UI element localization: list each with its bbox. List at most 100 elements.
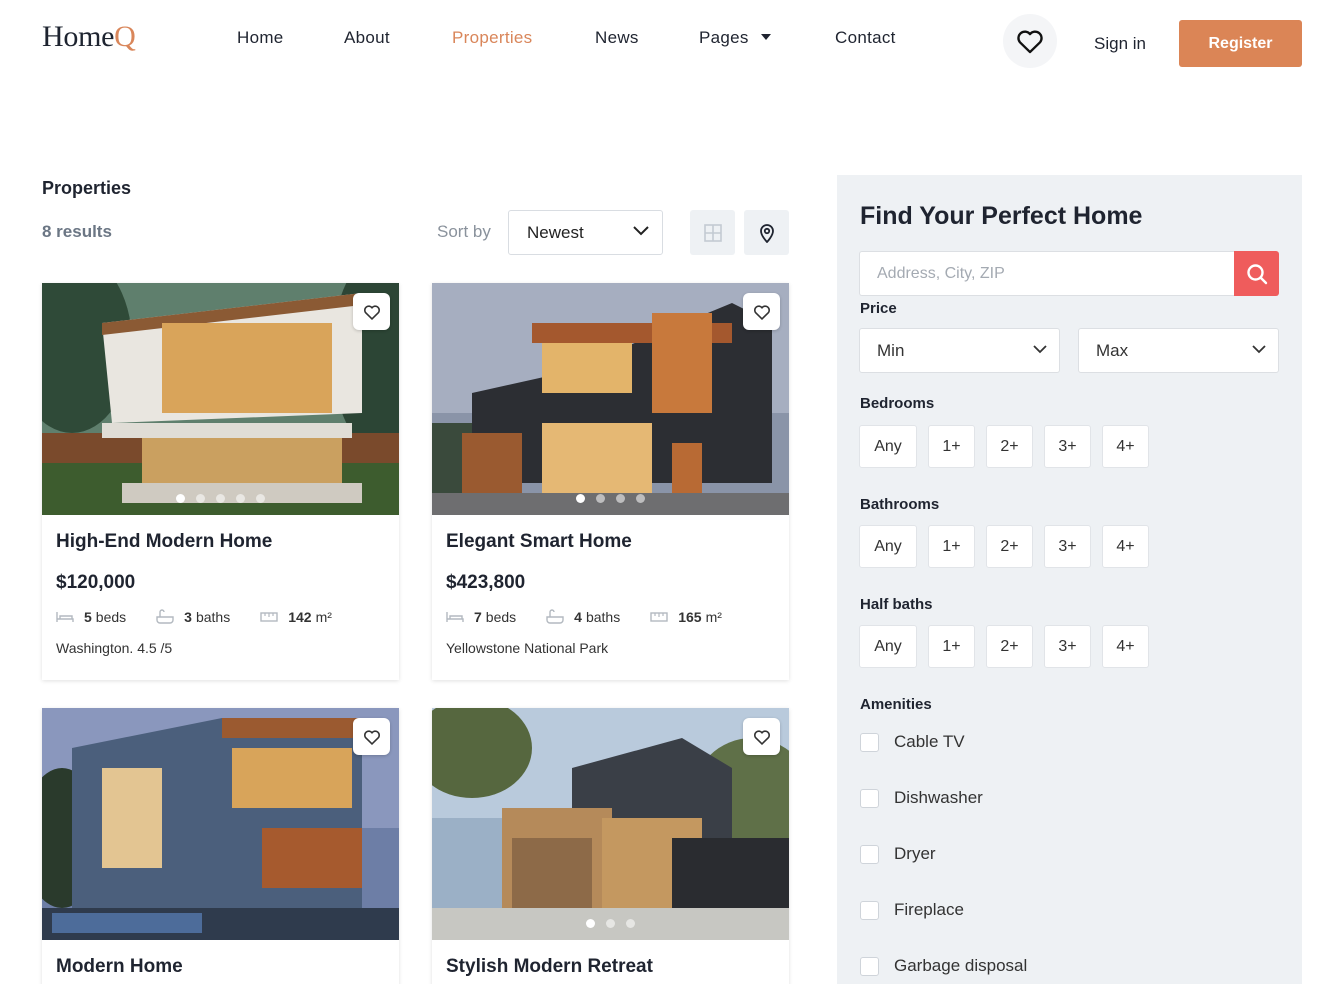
ruler-icon bbox=[650, 612, 668, 622]
price-max-select[interactable]: Max bbox=[1078, 328, 1279, 373]
amenity-checkbox[interactable]: Cable TV bbox=[860, 732, 965, 752]
price-min-value: Min bbox=[877, 340, 905, 360]
property-photo[interactable] bbox=[432, 708, 789, 940]
amenity-checkbox[interactable]: Dishwasher bbox=[860, 788, 983, 808]
property-name[interactable]: Modern Home bbox=[56, 956, 183, 978]
baths-label: baths bbox=[195, 609, 231, 625]
nav-properties[interactable]: Properties bbox=[452, 28, 532, 48]
search-sidebar: Find Your Perfect Home Address, City, ZI… bbox=[837, 175, 1302, 984]
brand-name: Home bbox=[42, 20, 115, 53]
property-name[interactable]: High-End Modern Home bbox=[56, 531, 272, 553]
carousel-dots bbox=[42, 494, 399, 503]
chevron-down-icon bbox=[1033, 345, 1047, 354]
property-card[interactable]: Modern Home bbox=[42, 708, 399, 984]
baths-info: 3 baths bbox=[156, 609, 230, 625]
area-unit: m² bbox=[705, 609, 722, 625]
bathrooms-option[interactable]: 2+ bbox=[986, 525, 1033, 568]
property-card[interactable]: Elegant Smart Home $423,800 7 beds 4 baths… bbox=[432, 283, 789, 680]
chevron-down-icon bbox=[760, 34, 771, 40]
checkbox[interactable] bbox=[860, 788, 879, 808]
amenity-checkbox[interactable]: Garbage disposal bbox=[860, 956, 1027, 976]
bedrooms-option[interactable]: 2+ bbox=[986, 425, 1033, 468]
chevron-down-icon bbox=[1252, 345, 1266, 354]
search-button[interactable] bbox=[1234, 251, 1279, 296]
carousel-dot[interactable] bbox=[636, 494, 645, 503]
price-max-value: Max bbox=[1096, 340, 1129, 360]
halfbaths-option[interactable]: 3+ bbox=[1044, 625, 1091, 668]
ruler-icon bbox=[260, 612, 278, 622]
register-button[interactable]: Register bbox=[1179, 20, 1302, 67]
search-input[interactable]: Address, City, ZIP bbox=[859, 251, 1235, 296]
nav-news[interactable]: News bbox=[595, 28, 639, 48]
sort-label: Sort by bbox=[437, 222, 491, 241]
property-photo[interactable] bbox=[42, 708, 399, 940]
price-min-select[interactable]: Min bbox=[859, 328, 1060, 373]
halfbaths-option[interactable]: 2+ bbox=[986, 625, 1033, 668]
checkbox[interactable] bbox=[860, 956, 879, 976]
favorite-button[interactable] bbox=[353, 293, 390, 330]
heart-icon bbox=[363, 729, 380, 745]
nav-about[interactable]: About bbox=[344, 28, 390, 48]
results-count: 8 results bbox=[42, 222, 112, 241]
property-name[interactable]: Stylish Modern Retreat bbox=[446, 956, 653, 978]
bedrooms-option[interactable]: Any bbox=[859, 425, 917, 468]
bathrooms-option[interactable]: 4+ bbox=[1102, 525, 1149, 568]
carousel-dot[interactable] bbox=[596, 494, 605, 503]
brand-accent: Q bbox=[114, 20, 136, 53]
bathrooms-option[interactable]: 1+ bbox=[928, 525, 975, 568]
carousel-dot[interactable] bbox=[196, 494, 205, 503]
amenity-label: Fireplace bbox=[894, 900, 964, 919]
carousel-dot[interactable] bbox=[606, 919, 615, 928]
bedrooms-option[interactable]: 3+ bbox=[1044, 425, 1091, 468]
halfbaths-option[interactable]: Any bbox=[859, 625, 917, 668]
carousel-dot[interactable] bbox=[176, 494, 185, 503]
property-photo[interactable] bbox=[432, 283, 789, 515]
carousel-dot[interactable] bbox=[626, 919, 635, 928]
halfbaths-option[interactable]: 1+ bbox=[928, 625, 975, 668]
carousel-dot[interactable] bbox=[586, 919, 595, 928]
beds-info: 5 beds bbox=[56, 609, 126, 625]
halfbaths-label: Half baths bbox=[860, 596, 933, 613]
beds-info: 7 beds bbox=[446, 609, 516, 625]
bathrooms-label: Bathrooms bbox=[860, 496, 940, 513]
carousel-dot[interactable] bbox=[616, 494, 625, 503]
checkbox[interactable] bbox=[860, 900, 879, 920]
favorites-button[interactable] bbox=[1003, 14, 1057, 68]
favorite-button[interactable] bbox=[743, 718, 780, 755]
carousel-dot[interactable] bbox=[236, 494, 245, 503]
property-card[interactable]: High-End Modern Home $120,000 5 beds 3 bat… bbox=[42, 283, 399, 680]
property-card[interactable]: Stylish Modern Retreat bbox=[432, 708, 789, 984]
favorite-button[interactable] bbox=[353, 718, 390, 755]
checkbox[interactable] bbox=[860, 732, 879, 752]
nav-home[interactable]: Home bbox=[237, 28, 284, 48]
map-view-button[interactable] bbox=[744, 210, 789, 255]
nav-contact[interactable]: Contact bbox=[835, 28, 896, 48]
property-location: Yellowstone National Park bbox=[446, 640, 609, 656]
carousel-dot[interactable] bbox=[576, 494, 585, 503]
bathrooms-option[interactable]: Any bbox=[859, 525, 917, 568]
grid-view-button[interactable] bbox=[690, 210, 735, 255]
amenity-checkbox[interactable]: Dryer bbox=[860, 844, 936, 864]
signin-link[interactable]: Sign in bbox=[1094, 34, 1146, 54]
carousel-dot[interactable] bbox=[216, 494, 225, 503]
bed-icon bbox=[56, 612, 74, 622]
checkbox[interactable] bbox=[860, 844, 879, 864]
price-label: Price bbox=[860, 300, 897, 317]
nav-pages[interactable]: Pages bbox=[699, 28, 771, 48]
amenities-label: Amenities bbox=[860, 696, 932, 713]
bed-icon bbox=[446, 612, 464, 622]
property-photo[interactable] bbox=[42, 283, 399, 515]
bedrooms-option[interactable]: 4+ bbox=[1102, 425, 1149, 468]
sort-select[interactable]: Newest bbox=[508, 210, 663, 255]
halfbaths-options: Any 1+ 2+ 3+ 4+ bbox=[859, 625, 1149, 668]
bathrooms-option[interactable]: 3+ bbox=[1044, 525, 1091, 568]
amenity-checkbox[interactable]: Fireplace bbox=[860, 900, 964, 920]
favorite-button[interactable] bbox=[743, 293, 780, 330]
halfbaths-option[interactable]: 4+ bbox=[1102, 625, 1149, 668]
property-price: $423,800 bbox=[446, 572, 526, 593]
property-name[interactable]: Elegant Smart Home bbox=[446, 531, 632, 553]
bedrooms-option[interactable]: 1+ bbox=[928, 425, 975, 468]
amenity-label: Cable TV bbox=[894, 732, 965, 751]
brand-logo[interactable]: HomeQ bbox=[42, 20, 136, 54]
carousel-dot[interactable] bbox=[256, 494, 265, 503]
